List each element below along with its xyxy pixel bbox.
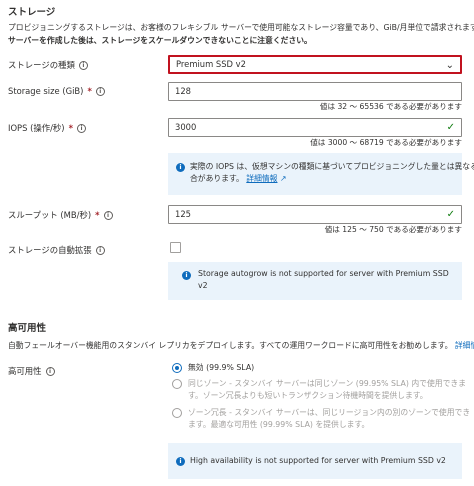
iops-input[interactable]: 3000 ✓ <box>168 118 462 137</box>
storage-section-title: ストレージ <box>8 7 56 18</box>
autogrow-info-box: i Storage autogrow is not supported for … <box>168 262 462 300</box>
storage-description-line2: サーバーを作成した後は、ストレージをスケールダウンできないことに注意ください。 <box>8 35 312 45</box>
info-icon[interactable]: i <box>95 245 105 255</box>
ha-option-same-zone-label: 同じゾーン - スタンバイ サーバーは同じゾーン (99.95% SLA) 内で… <box>188 379 466 400</box>
info-icon[interactable]: i <box>45 366 55 376</box>
storage-description-line1: プロビジョニングするストレージは、お客様のフレキシブル サーバーで使用可能なスト… <box>8 23 474 32</box>
storage-type-select[interactable]: Premium SSD v2 ⌄ <box>168 55 462 74</box>
info-icon: i <box>176 457 185 466</box>
autogrow-label: ストレージの自動拡張 i <box>8 244 105 256</box>
ha-radio-same-zone[interactable] <box>172 379 182 389</box>
info-icon: i <box>176 163 185 172</box>
storage-description: プロビジョニングするストレージは、お客様のフレキシブル サーバーで使用可能なスト… <box>8 22 474 47</box>
throughput-input[interactable]: 125 ✓ <box>168 205 462 224</box>
external-link-icon: ↗ <box>279 174 287 183</box>
ha-radio-disabled[interactable] <box>172 363 182 373</box>
check-icon: ✓ <box>446 209 455 220</box>
storage-size-input[interactable]: 128 <box>168 82 462 101</box>
iops-hint: 値は 3000 ～ 68719 である必要があります <box>310 138 462 147</box>
storage-size-label: Storage size (GiB) * i <box>8 86 105 96</box>
ha-radio-zone-redundant[interactable] <box>172 408 182 418</box>
autogrow-checkbox[interactable] <box>170 242 181 253</box>
iops-info-box: i 実際の IOPS は、仮想マシンの種類に基づいてプロビジョニングした量とは異… <box>168 153 474 195</box>
info-icon: i <box>182 271 191 280</box>
check-icon: ✓ <box>446 122 455 133</box>
chevron-down-icon: ⌄ <box>445 60 454 71</box>
ha-description: 自動フェールオーバー機能用のスタンバイ レプリカをデプロイします。すべての運用ワ… <box>8 340 474 353</box>
ha-learn-more-link[interactable]: 詳細情報 <box>455 341 474 350</box>
ha-option-zone-redundant-label: ゾーン冗長 - スタンバイ サーバーは、同じリージョン内の別のゾーンで使用でき … <box>188 408 471 429</box>
info-icon[interactable]: i <box>95 86 105 96</box>
storage-type-label: ストレージの種類 i <box>8 59 88 71</box>
ha-option-disabled-label: 無効 (99.9% SLA) <box>188 363 255 372</box>
storage-size-hint: 値は 32 ～ 65536 である必要があります <box>319 102 462 111</box>
info-icon[interactable]: i <box>78 60 88 70</box>
learn-more-link[interactable]: 詳細情報 <box>246 174 277 183</box>
throughput-hint: 値は 125 ～ 750 である必要があります <box>324 225 462 234</box>
throughput-label: スループット (MB/秒) * i <box>8 209 113 221</box>
info-icon[interactable]: i <box>76 123 86 133</box>
ha-section-title: 高可用性 <box>8 323 47 334</box>
iops-label: IOPS (操作/秒) * i <box>8 122 86 134</box>
info-icon[interactable]: i <box>103 210 113 220</box>
ha-info-box: i High availability is not supported for… <box>168 443 462 479</box>
ha-label: 高可用性 i <box>8 365 55 377</box>
